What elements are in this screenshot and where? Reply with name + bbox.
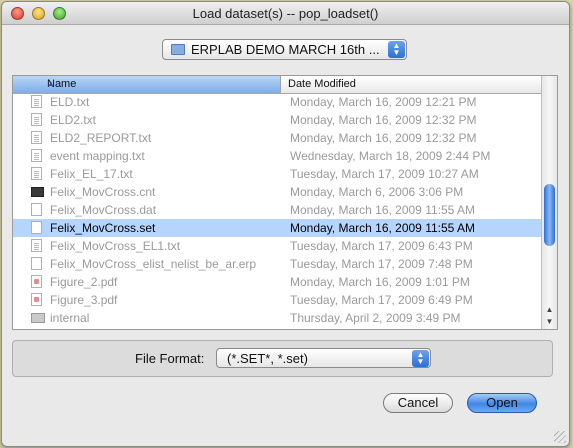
date-column-header[interactable]: Date Modified — [281, 76, 543, 93]
file-date-modified: Tuesday, March 17, 2009 10:27 AM — [290, 167, 479, 181]
file-row[interactable]: Felix_MovCross.set Monday, March 16, 2009… — [13, 219, 543, 237]
pdf-file-icon — [31, 293, 42, 306]
folder-icon — [31, 313, 45, 323]
file-date-modified: Thursday, April 2, 2009 3:49 PM — [290, 311, 461, 325]
vertical-scrollbar[interactable]: ▲ ▼ — [541, 76, 557, 329]
file-name: Figure_3.pdf — [50, 293, 118, 307]
file-date-modified: Monday, March 16, 2009 1:01 PM — [290, 275, 470, 289]
scroll-up-icon[interactable]: ▲ — [542, 305, 557, 317]
sort-ascending-icon: ▲ — [47, 79, 55, 88]
popup-arrows-icon: ▲ ▼ — [412, 350, 429, 367]
scrollbar-thumb[interactable] — [544, 184, 555, 246]
file-icon — [31, 113, 42, 126]
file-date-modified: Wednesday, March 18, 2009 2:44 PM — [290, 149, 491, 163]
file-row[interactable]: internal Thursday, April 2, 2009 3:49 PM — [13, 309, 543, 327]
file-row[interactable]: event mapping.txt Wednesday, March 18, 20… — [13, 147, 543, 165]
folder-path-popup[interactable]: ERPLAB DEMO MARCH 16th ... ▲ ▼ — [162, 39, 407, 60]
file-icon — [31, 149, 42, 162]
folder-icon — [171, 44, 185, 55]
file-icon — [31, 187, 44, 197]
file-row[interactable]: Felix_MovCross.cnt Monday, March 6, 2006 … — [13, 183, 543, 201]
file-format-value: (*.SET*, *.set) — [227, 351, 308, 366]
file-date-modified: Tuesday, March 17, 2009 6:49 PM — [290, 293, 473, 307]
pdf-file-icon — [31, 275, 42, 288]
file-format-label: File Format: — [135, 351, 205, 366]
file-date-modified: Monday, March 16, 2009 11:55 AM — [290, 203, 475, 217]
file-name: ELD.txt — [50, 95, 90, 109]
file-date-modified: Monday, March 16, 2009 12:21 PM — [290, 95, 477, 109]
file-format-panel: File Format: (*.SET*, *.set) ▲ ▼ — [12, 340, 553, 377]
file-date-modified: Monday, March 16, 2009 12:32 PM — [290, 113, 477, 127]
file-icon — [31, 239, 42, 252]
file-row[interactable]: Felix_MovCross.dat Monday, March 16, 2009… — [13, 201, 543, 219]
file-date-modified: Monday, March 6, 2006 3:06 PM — [290, 185, 464, 199]
column-header: Name ▲ Date Modified — [13, 76, 543, 94]
popup-arrows-icon: ▲ ▼ — [388, 41, 405, 58]
file-row[interactable]: ELD2_REPORT.txt Monday, March 16, 2009 12… — [13, 129, 543, 147]
scroll-down-icon[interactable]: ▼ — [542, 317, 557, 329]
file-date-modified: Monday, March 16, 2009 11:55 AM — [290, 221, 475, 235]
file-row[interactable]: Figure_3.pdf Tuesday, March 17, 2009 6:49… — [13, 291, 543, 309]
file-list: ELD.txt Monday, March 16, 2009 12:21 PM EL… — [13, 93, 543, 327]
file-row[interactable]: ELD2.txt Monday, March 16, 2009 12:32 PM — [13, 111, 543, 129]
folder-path-label: ERPLAB DEMO MARCH 16th ... — [191, 42, 380, 57]
file-icon — [31, 131, 42, 144]
file-name: Felix_MovCross_EL1.txt — [50, 239, 181, 253]
file-date-modified: Monday, March 16, 2009 12:32 PM — [290, 131, 477, 145]
file-row[interactable]: ELD.txt Monday, March 16, 2009 12:21 PM — [13, 93, 543, 111]
file-icon — [31, 221, 42, 234]
window-title: Load dataset(s) -- pop_loadset() — [192, 6, 379, 21]
open-button[interactable]: Open — [467, 393, 537, 413]
file-name: ELD2_REPORT.txt — [50, 131, 152, 145]
file-name: Felix_MovCross.cnt — [50, 185, 156, 199]
file-icon — [31, 95, 42, 108]
title-bar[interactable]: Load dataset(s) -- pop_loadset() — [2, 2, 569, 25]
file-format-select[interactable]: (*.SET*, *.set) ▲ ▼ — [216, 348, 431, 368]
file-row[interactable]: Felix_EL_17.txt Tuesday, March 17, 2009 1… — [13, 165, 543, 183]
file-row[interactable]: Felix_MovCross_EL1.txt Tuesday, March 17,… — [13, 237, 543, 255]
load-dataset-dialog: Load dataset(s) -- pop_loadset() ERPLAB … — [1, 1, 570, 447]
file-icon — [31, 167, 42, 180]
file-icon — [31, 257, 42, 270]
file-name: Felix_MovCross_elist_nelist_be_ar.erp — [50, 257, 257, 271]
file-icon — [31, 203, 42, 216]
date-column-label: Date Modified — [288, 78, 356, 90]
file-name: ELD2.txt — [50, 113, 97, 127]
file-name: Figure_2.pdf — [50, 275, 118, 289]
file-name: Felix_EL_17.txt — [50, 167, 133, 181]
file-date-modified: Tuesday, March 17, 2009 6:43 PM — [290, 239, 473, 253]
name-column-header[interactable]: Name ▲ — [13, 76, 281, 93]
file-name: event mapping.txt — [50, 149, 145, 163]
file-row[interactable]: Felix_MovCross_elist_nelist_be_ar.erp Tue… — [13, 255, 543, 273]
file-name: Felix_MovCross.set — [50, 221, 156, 235]
file-browser[interactable]: Name ▲ Date Modified ELD.txt Monday, Marc… — [12, 75, 558, 330]
cancel-button[interactable]: Cancel — [383, 393, 453, 413]
resize-grip-icon[interactable] — [554, 431, 566, 443]
file-date-modified: Tuesday, March 17, 2009 7:48 PM — [290, 257, 473, 271]
file-name: Felix_MovCross.dat — [50, 203, 157, 217]
file-row[interactable]: Figure_2.pdf Monday, March 16, 2009 1:01 … — [13, 273, 543, 291]
file-name: internal — [50, 311, 90, 325]
